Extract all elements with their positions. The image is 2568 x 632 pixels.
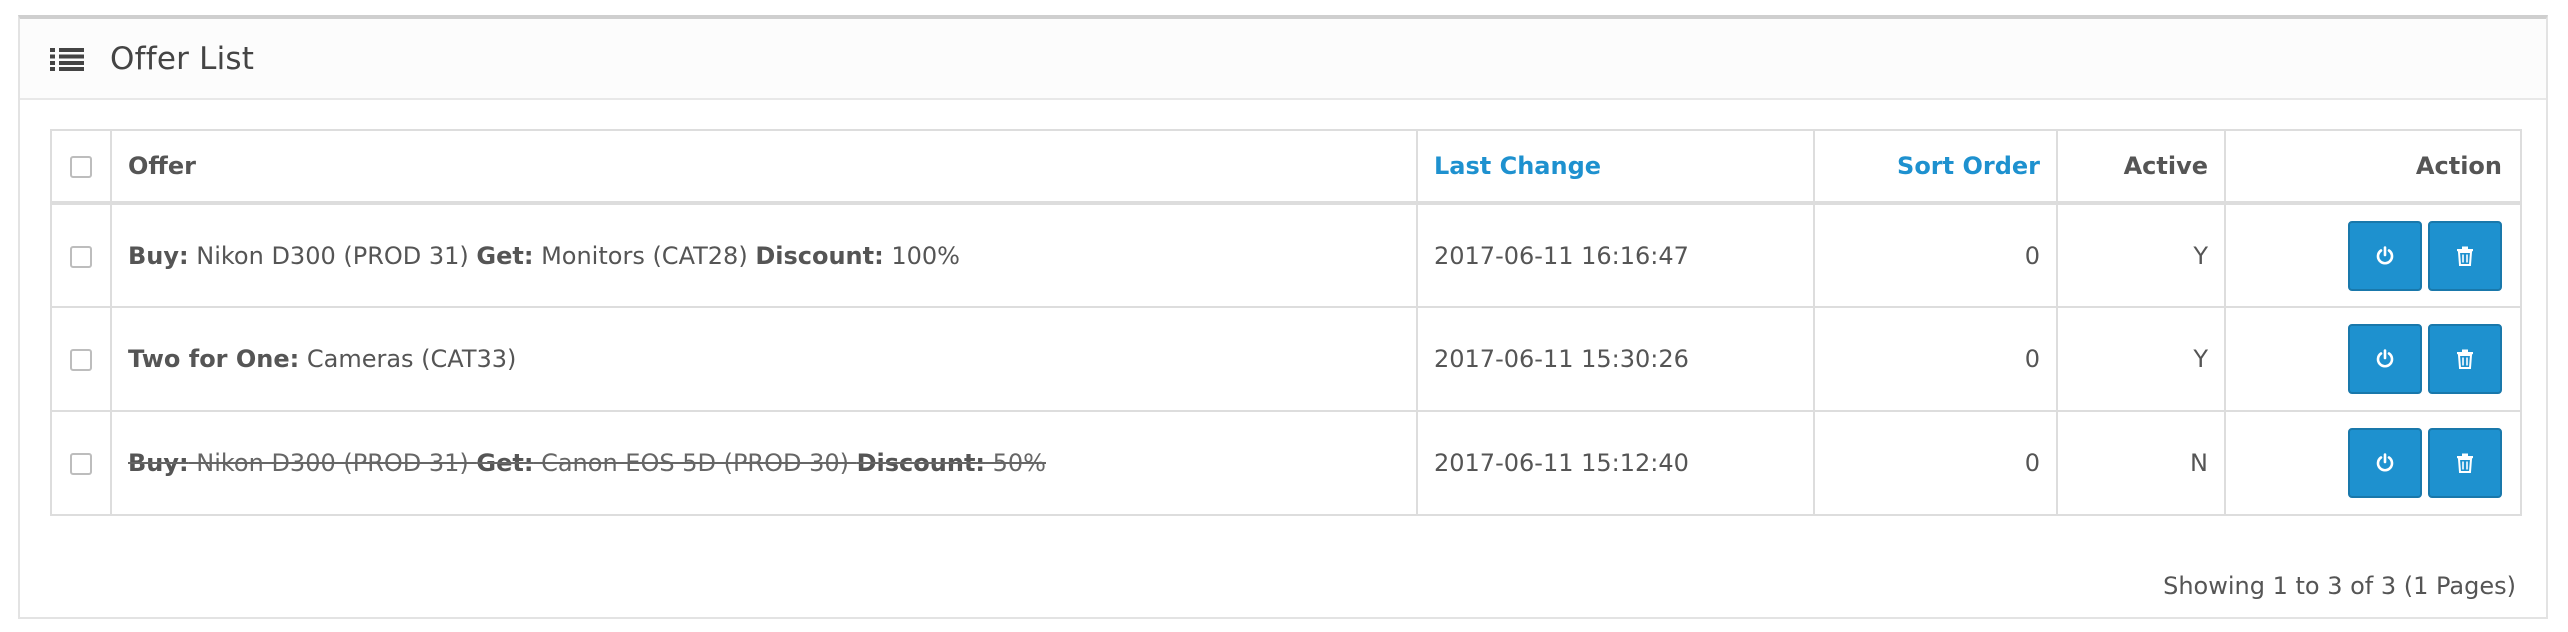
table-row: Buy: Nikon D300 (PROD 31) Get: Monitors … [50,202,2522,308]
offer-part-text: Nikon D300 (PROD 31) [188,241,477,270]
offer-description: Buy: Nikon D300 (PROD 31) Get: Monitors … [128,242,960,270]
table-header-row: Offer Last Change Sort Order Active Acti… [50,129,2522,205]
header-offer: Offer [110,129,1418,205]
offer-part-text: Canon EOS 5D (PROD 30) [533,449,857,477]
list-icon [50,47,84,71]
last-change-cell: 2017-06-11 15:30:26 [1416,306,1815,412]
active-cell: N [2056,410,2226,516]
action-cell [2224,410,2522,516]
sort-sort-order-link[interactable]: Sort Order [1897,152,2040,180]
pagination-summary: Showing 1 to 3 of 3 (1 Pages) [2163,572,2516,600]
panel-body: Offer Last Change Sort Order Active Acti… [50,129,2522,516]
offer-table: Offer Last Change Sort Order Active Acti… [50,129,2522,516]
header-active: Active [2056,129,2226,205]
header-action: Action [2224,129,2522,205]
offer-part-label: Buy: [128,449,189,477]
row-select-cell [50,306,112,412]
last-change-cell: 2017-06-11 15:12:40 [1416,410,1815,516]
delete-button[interactable] [2428,428,2502,498]
power-icon [2375,349,2395,369]
offer-part-label: Buy: [128,241,189,270]
offer-part-text: Nikon D300 (PROD 31) [188,449,477,477]
offer-part-text: Monitors (CAT28) [533,241,756,270]
panel-title: Offer List [110,40,255,77]
offer-part-label: Discount: [856,449,986,477]
delete-button[interactable] [2428,324,2502,394]
offer-part-text: Cameras (CAT33) [299,345,517,373]
offer-list-panel: Offer List Offer Last Change Sort Order [18,15,2548,619]
offer-cell: Buy: Nikon D300 (PROD 31) Get: Monitors … [110,202,1418,308]
offer-part-text: 100% [883,241,960,270]
offer-part-label: Get: [476,241,534,270]
select-all-cell [50,129,112,205]
header-sort-order: Sort Order [1813,129,2058,205]
offer-cell: Two for One: Cameras (CAT33) [110,306,1418,412]
offer-part-label: Discount: [755,241,884,270]
last-change-cell: 2017-06-11 16:16:47 [1416,202,1815,308]
offer-part-label: Two for One: [128,345,300,373]
table-row: Buy: Nikon D300 (PROD 31) Get: Canon EOS… [50,410,2522,516]
trash-icon [2456,453,2474,473]
select-all-checkbox[interactable] [70,156,92,178]
active-cell: Y [2056,202,2226,308]
row-select-cell [50,202,112,308]
header-last-change: Last Change [1416,129,1815,205]
active-cell: Y [2056,306,2226,412]
trash-icon [2456,349,2474,369]
row-checkbox[interactable] [70,453,92,475]
trash-icon [2456,246,2474,266]
table-row: Two for One: Cameras (CAT33) 2017-06-11 … [50,306,2522,412]
offer-part-text: 50% [985,449,1046,477]
toggle-button[interactable] [2348,220,2422,291]
delete-button[interactable] [2428,220,2502,291]
row-checkbox[interactable] [70,245,92,268]
sort-last-change-link[interactable]: Last Change [1434,152,1601,180]
sort-order-cell: 0 [1813,306,2058,412]
offer-description: Two for One: Cameras (CAT33) [128,345,516,373]
toggle-button[interactable] [2348,324,2422,394]
row-checkbox[interactable] [70,349,92,371]
offer-part-label: Get: [476,449,534,477]
sort-order-cell: 0 [1813,410,2058,516]
offer-description: Buy: Nikon D300 (PROD 31) Get: Canon EOS… [128,449,1046,477]
row-select-cell [50,410,112,516]
toggle-button[interactable] [2348,428,2422,498]
panel-heading: Offer List [20,19,2546,100]
power-icon [2375,453,2395,473]
action-cell [2224,202,2522,308]
action-cell [2224,306,2522,412]
page: Offer List Offer Last Change Sort Order [0,0,2568,632]
power-icon [2375,245,2395,266]
offer-cell: Buy: Nikon D300 (PROD 31) Get: Canon EOS… [110,410,1418,516]
sort-order-cell: 0 [1813,202,2058,308]
